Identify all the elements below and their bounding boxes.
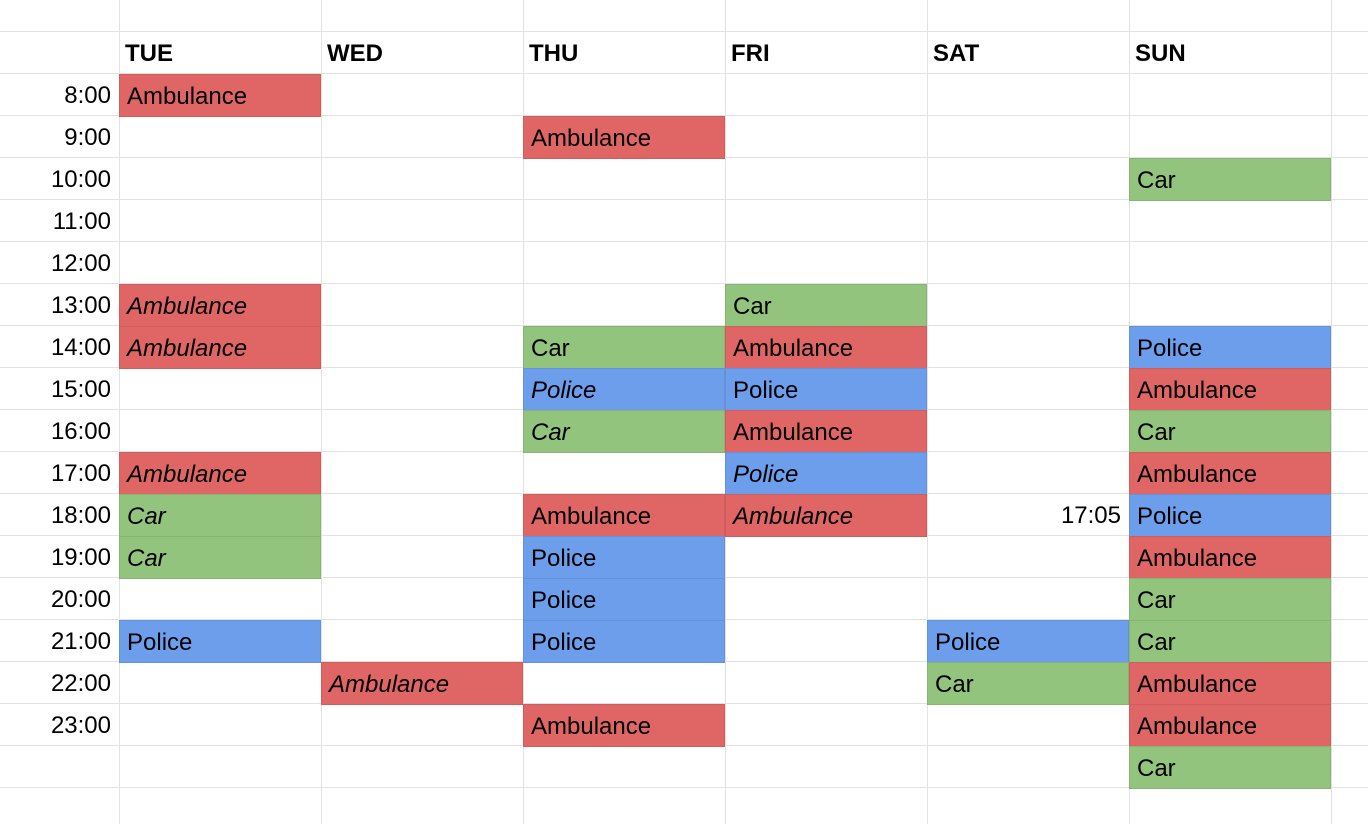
event-cell-ambulance[interactable]: Ambulance [1129,452,1331,495]
event-cell-car[interactable]: Car [523,410,725,453]
event-cell-ambulance[interactable]: Ambulance [1129,536,1331,579]
time-label[interactable]: 22:00 [0,662,119,705]
event-cell-ambulance[interactable]: Ambulance [725,494,927,537]
event-cell-ambulance[interactable]: Ambulance [1129,662,1331,705]
time-label[interactable]: 12:00 [0,242,119,285]
event-cell-car[interactable]: Car [725,284,927,327]
day-header-wed[interactable]: WED [321,32,523,75]
time-label[interactable]: 18:00 [0,494,119,537]
time-label[interactable]: 9:00 [0,116,119,159]
event-cell-police[interactable]: Police [523,578,725,621]
time-label[interactable]: 15:00 [0,368,119,411]
event-cell-ambulance[interactable]: Ambulance [1129,704,1331,747]
event-cell-ambulance[interactable]: Ambulance [523,704,725,747]
event-cell-car[interactable]: Car [523,326,725,369]
time-label[interactable]: 19:00 [0,536,119,579]
event-cell-ambulance[interactable]: Ambulance [321,662,523,705]
time-label[interactable]: 11:00 [0,200,119,243]
event-cell-police[interactable]: Police [725,368,927,411]
event-cell-car[interactable]: Car [1129,410,1331,453]
note-cell[interactable]: 17:05 [927,494,1129,537]
time-label[interactable]: 8:00 [0,74,119,117]
event-cell-car[interactable]: Car [1129,158,1331,201]
event-cell-ambulance[interactable]: Ambulance [523,494,725,537]
event-cell-police[interactable]: Police [119,620,321,663]
event-cell-police[interactable]: Police [523,536,725,579]
event-cell-car[interactable]: Car [119,536,321,579]
day-header-fri[interactable]: FRI [725,32,927,75]
event-cell-ambulance[interactable]: Ambulance [1129,368,1331,411]
day-header-sun[interactable]: SUN [1129,32,1331,75]
event-cell-ambulance[interactable]: Ambulance [119,326,321,369]
event-cell-ambulance[interactable]: Ambulance [119,452,321,495]
event-cell-ambulance[interactable]: Ambulance [725,410,927,453]
event-cell-ambulance[interactable]: Ambulance [119,284,321,327]
schedule-spreadsheet: TUE WED THU FRI SAT SUN 8:00 9:00 10:00 11:00 12:0… [0,0,1368,824]
event-cell-ambulance[interactable]: Ambulance [523,116,725,159]
time-label[interactable]: 21:00 [0,620,119,663]
event-cell-police[interactable]: Police [523,368,725,411]
event-cell-car[interactable]: Car [1129,578,1331,621]
time-label[interactable]: 17:00 [0,452,119,495]
time-label[interactable]: 20:00 [0,578,119,621]
event-cell-police[interactable]: Police [927,620,1129,663]
time-label[interactable]: 10:00 [0,158,119,201]
event-cell-car[interactable]: Car [1129,746,1331,789]
event-cell-ambulance[interactable]: Ambulance [119,74,321,117]
event-cell-car[interactable]: Car [927,662,1129,705]
grid-column-line [1331,0,1332,824]
grid-row-line [0,241,1368,242]
event-cell-police[interactable]: Police [1129,494,1331,537]
event-cell-car[interactable]: Car [1129,620,1331,663]
time-label[interactable]: 16:00 [0,410,119,453]
day-header-tue[interactable]: TUE [119,32,321,75]
time-label[interactable]: 14:00 [0,326,119,369]
event-cell-police[interactable]: Police [725,452,927,495]
event-cell-ambulance[interactable]: Ambulance [725,326,927,369]
event-cell-police[interactable]: Police [1129,326,1331,369]
day-header-thu[interactable]: THU [523,32,725,75]
event-cell-car[interactable]: Car [119,494,321,537]
event-cell-police[interactable]: Police [523,620,725,663]
time-label[interactable]: 23:00 [0,704,119,747]
time-label[interactable]: 13:00 [0,284,119,327]
grid-column-line [119,0,120,824]
day-header-sat[interactable]: SAT [927,32,1129,75]
